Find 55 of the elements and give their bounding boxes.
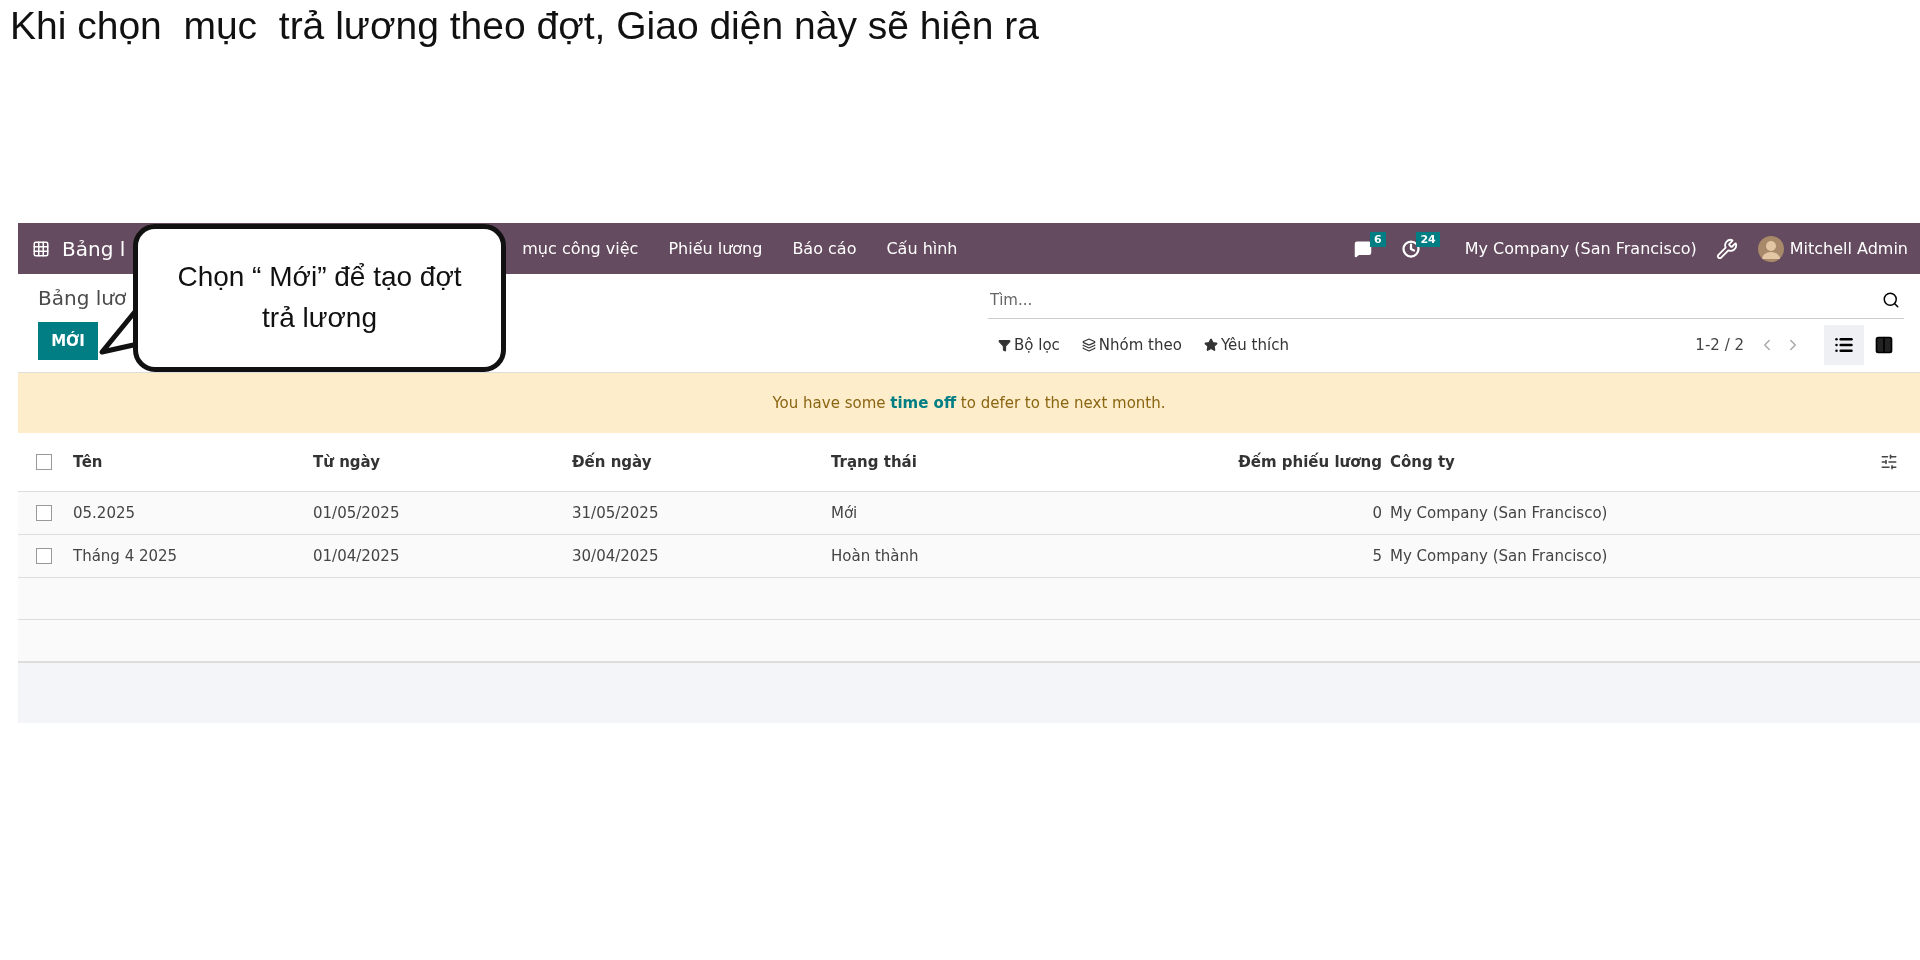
menu-item[interactable]: Cấu hình	[871, 239, 973, 258]
callout-text: Chọn “ Mới” để tạo đợt	[177, 260, 462, 295]
row-checkbox[interactable]	[36, 548, 52, 564]
breadcrumb: Bảng lươ	[38, 286, 128, 310]
chat-icon[interactable]	[1353, 239, 1372, 258]
search-icon[interactable]	[1882, 291, 1900, 309]
list-view-icon	[1834, 335, 1854, 355]
new-button[interactable]: MỚI	[38, 322, 98, 360]
table-cell-text: Hoàn thành	[831, 547, 920, 565]
star-icon	[1203, 338, 1218, 352]
pager-text: 1-2 / 2	[1695, 336, 1744, 354]
menu-item[interactable]: mục công việc	[507, 239, 654, 258]
filter-menu-button[interactable]: Yêu thích	[1203, 336, 1289, 354]
column-header[interactable]: Từ ngày	[313, 453, 572, 471]
user-name[interactable]: Mitchell Admin	[1789, 239, 1908, 258]
table-cell-text: 5	[1371, 547, 1383, 565]
user-avatar[interactable]	[1757, 235, 1784, 262]
menu-item[interactable]: Phiếu lương	[653, 239, 778, 258]
apps-menu-icon[interactable]	[32, 239, 50, 258]
column-header[interactable]: Đếm phiếu lương	[1131, 453, 1390, 471]
table-cell-text: My Company (San Francisco)	[1390, 547, 1609, 565]
kanban-view-icon	[1874, 335, 1894, 355]
table-cell-text: 01/04/2025	[313, 547, 401, 565]
filter-icon	[998, 338, 1011, 352]
slide-title: Khi chọn mục trả lương theo đợt, Giao diện này sẽ hiện ra	[9, 3, 1040, 49]
alert-message: You have some time off to defer to the next month.	[772, 394, 1166, 412]
message-count: 6	[1370, 231, 1386, 247]
company-name[interactable]: My Company (San Francisco)	[1449, 239, 1712, 258]
select-all-checkbox[interactable]	[36, 454, 52, 470]
callout-text: trả lương	[262, 301, 377, 335]
column-header[interactable]: Đến ngày	[572, 453, 831, 471]
table-cell-text: 30/04/2025	[572, 547, 660, 565]
app-name[interactable]: Bảng l	[62, 236, 126, 261]
filter-menu-button[interactable]: Nhóm theo	[1081, 336, 1182, 354]
column-settings-icon[interactable]	[1880, 453, 1898, 471]
tools-icon[interactable]	[1715, 237, 1738, 260]
layers-icon	[1081, 338, 1096, 352]
table-cell-text: My Company (San Francisco)	[1390, 504, 1609, 522]
table-cell-text: 31/05/2025	[572, 504, 660, 522]
activity-count: 24	[1416, 231, 1440, 247]
table-cell-text: Mới	[831, 504, 859, 522]
clock-icon[interactable]	[1401, 239, 1420, 258]
column-header[interactable]: Công ty	[1390, 453, 1880, 471]
table-cell-text: 01/05/2025	[313, 504, 401, 522]
column-header[interactable]: Trạng thái	[831, 453, 1131, 471]
time-off-link[interactable]: time off	[890, 394, 957, 412]
table-cell-text: 0	[1371, 504, 1383, 522]
table-cell-text: 05.2025	[73, 504, 137, 522]
filter-menu-button[interactable]: Bộ lọc	[998, 336, 1060, 354]
view-switch-button[interactable]	[1824, 325, 1864, 365]
row-checkbox[interactable]	[36, 505, 52, 521]
column-header[interactable]: Tên	[73, 453, 313, 471]
table-cell-text: Tháng 4 2025	[73, 547, 179, 565]
search-field[interactable]: Tìm...	[988, 291, 1882, 309]
menu-item[interactable]: Báo cáo	[777, 239, 872, 258]
